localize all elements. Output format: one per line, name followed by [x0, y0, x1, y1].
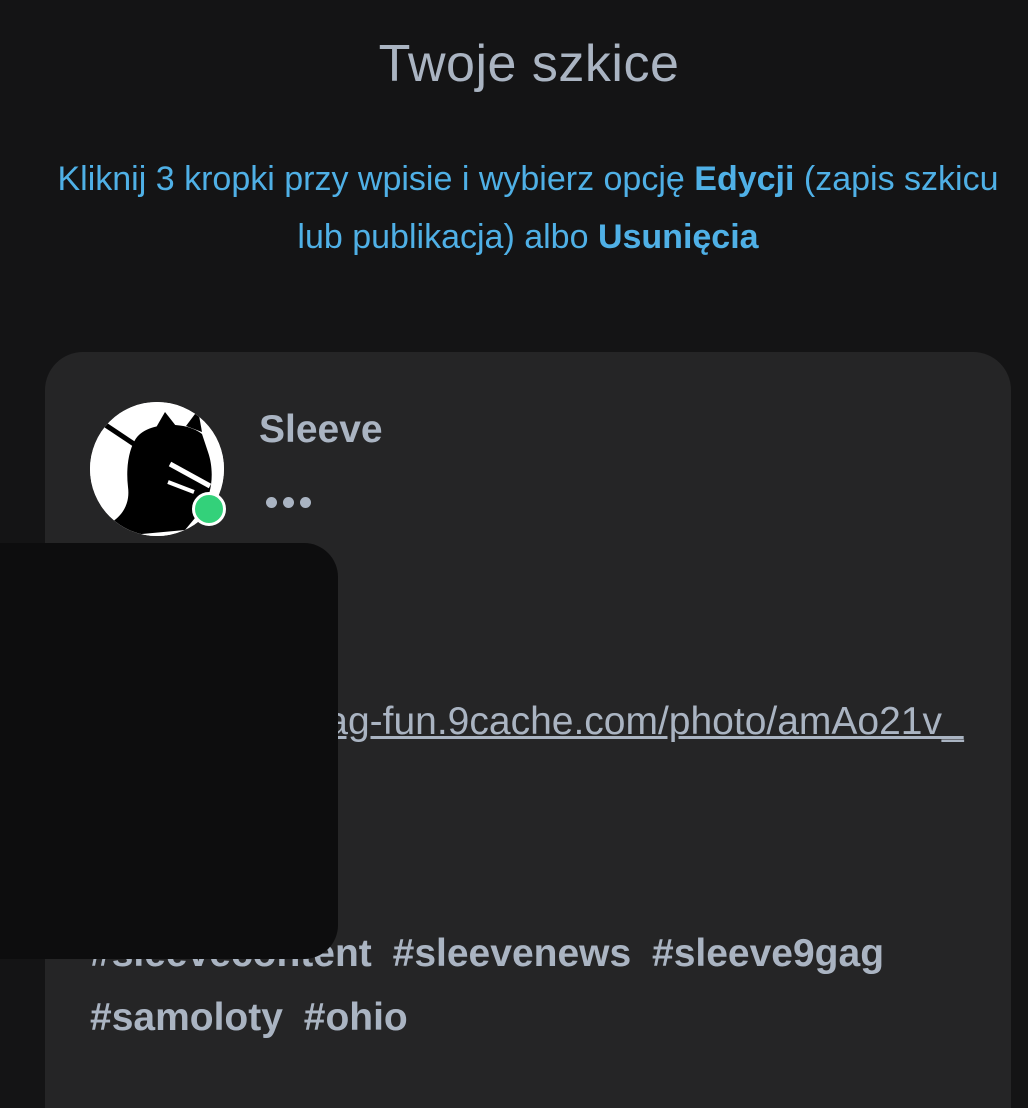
online-status-icon [192, 492, 226, 526]
dot [300, 496, 311, 508]
context-menu-overlay[interactable] [0, 543, 338, 959]
hashtag[interactable]: #ohio [304, 996, 408, 1039]
page-title: Twoje szkice [378, 35, 680, 93]
hashtag[interactable]: #sleevenews [393, 932, 632, 975]
dot [283, 496, 294, 508]
hint-delete-keyword: Usunięcia [597, 218, 759, 256]
dot [266, 496, 277, 508]
drafts-hint: Kliknij 3 kropki przy wpisie i wybierz o… [40, 150, 1016, 266]
author-avatar-wrap[interactable] [90, 402, 226, 538]
author-name[interactable]: Sleeve [259, 408, 383, 452]
hint-text-1: Kliknij 3 kropki przy wpisie i wybierz o… [57, 160, 695, 198]
hint-edit-keyword: Edycji [694, 160, 795, 198]
hashtag[interactable]: #samoloty [90, 996, 283, 1039]
more-dots-icon[interactable] [266, 482, 336, 522]
drafts-page: Twoje szkice Kliknij 3 kropki przy wpisi… [0, 0, 1028, 1108]
hashtag[interactable]: #sleeve9gag [652, 932, 884, 975]
